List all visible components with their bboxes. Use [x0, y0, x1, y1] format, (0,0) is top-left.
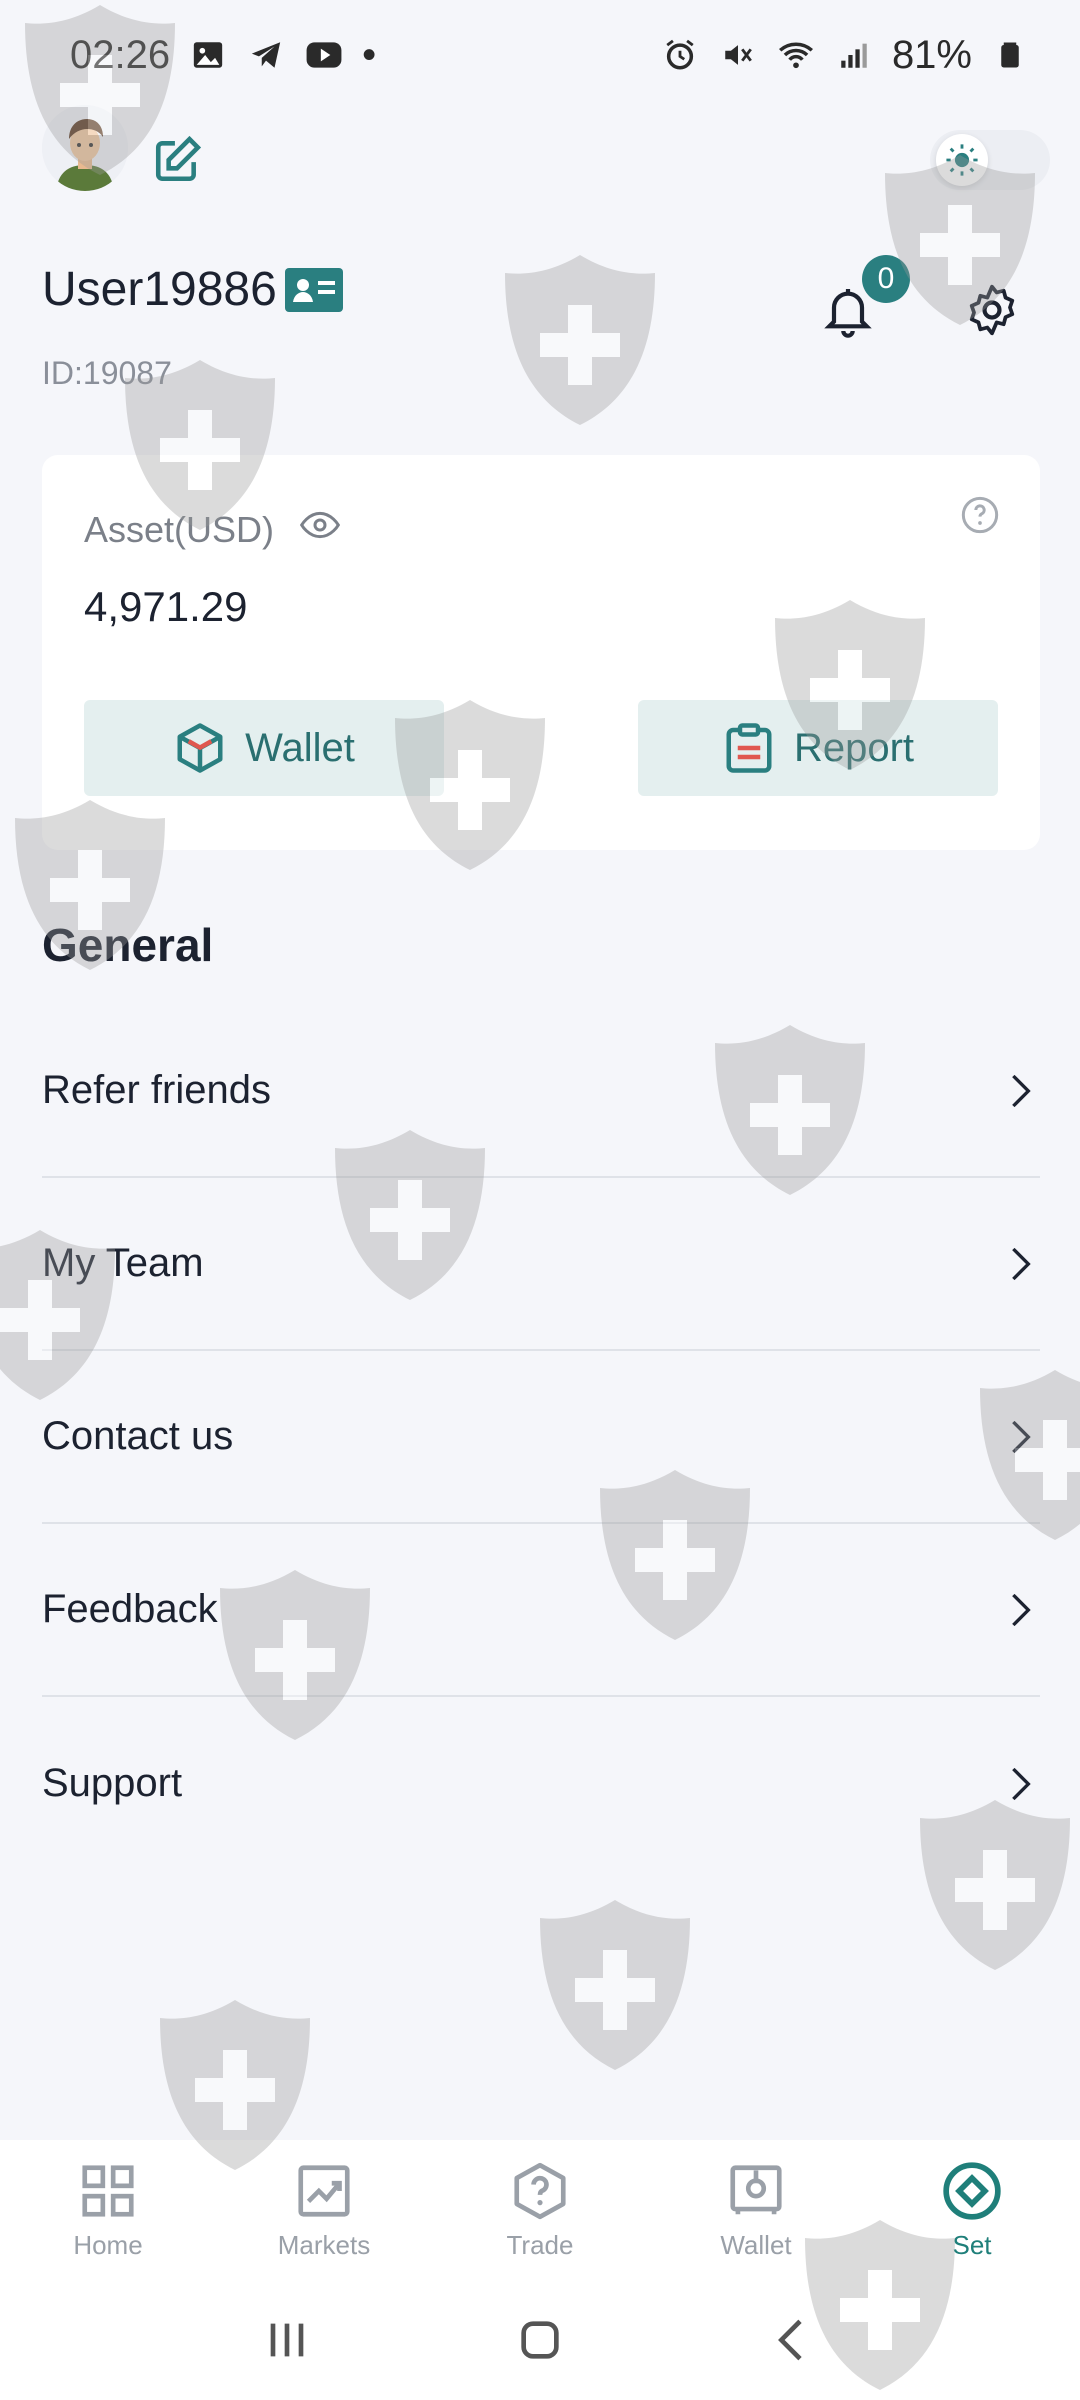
wifi-icon: [776, 35, 816, 75]
menu-item-support[interactable]: Support: [42, 1697, 1040, 1870]
asset-value: 4,971.29: [84, 583, 248, 630]
question-icon: [514, 2162, 566, 2219]
asset-label: Asset(USD): [84, 508, 275, 550]
nav-label: Home: [73, 2229, 143, 2260]
username: User19886: [42, 263, 277, 316]
report-button-label: Report: [793, 725, 915, 770]
id-card-icon[interactable]: [285, 268, 343, 312]
edit-icon[interactable]: [152, 135, 202, 185]
chart-icon: [298, 2164, 350, 2217]
chevron-right-icon: [1012, 1247, 1031, 1280]
notification-badge: 0: [862, 255, 910, 303]
section-title-general: General: [42, 919, 214, 971]
shield-watermark-icon: [505, 255, 655, 425]
user-id: ID:19087: [42, 355, 172, 391]
nav-item-wallet[interactable]: Wallet: [648, 2160, 864, 2261]
chevron-right-icon: [1012, 1767, 1031, 1800]
theme-toggle[interactable]: [930, 130, 1050, 190]
gear-icon[interactable]: [964, 282, 1020, 338]
clipboard-icon: [726, 723, 772, 773]
sun-icon: [936, 134, 988, 186]
menu-item-label: Contact us: [42, 1414, 234, 1458]
nav-label: Set: [952, 2229, 992, 2260]
nav-label: Trade: [506, 2229, 574, 2260]
cube-icon: [177, 723, 223, 773]
menu-item-refer-friends[interactable]: Refer friends: [42, 1005, 1040, 1178]
menu-item-my-team[interactable]: My Team: [42, 1178, 1040, 1351]
signal-icon: [834, 35, 874, 75]
nav-item-home[interactable]: Home: [0, 2160, 216, 2261]
status-time: 02:26: [70, 32, 171, 77]
nav-item-set[interactable]: Set: [864, 2160, 1080, 2261]
image-icon: [188, 35, 228, 75]
mute-icon: [718, 35, 758, 75]
report-button[interactable]: Report: [638, 700, 998, 796]
nav-label: Wallet: [720, 2229, 792, 2260]
nav-item-markets[interactable]: Markets: [216, 2160, 432, 2261]
asset-label-row: Asset(USD): [84, 505, 341, 554]
menu-item-feedback[interactable]: Feedback: [42, 1524, 1040, 1697]
battery-percent: 81%: [891, 32, 972, 77]
general-menu: Refer friends My Team Contact us Feedbac…: [42, 1005, 1040, 1870]
system-nav-bar: [0, 2280, 1080, 2400]
wallet-button-label: Wallet: [245, 725, 355, 770]
menu-item-label: Feedback: [42, 1587, 218, 1631]
youtube-icon: [304, 35, 344, 75]
status-bar: 02:26 • 81%: [0, 0, 1080, 110]
eye-icon[interactable]: [299, 505, 341, 554]
menu-item-label: My Team: [42, 1241, 204, 1285]
chevron-right-icon: [1012, 1593, 1031, 1626]
bottom-nav: Home Markets Trade Wallet Set: [0, 2140, 1080, 2280]
back-nav-icon[interactable]: [765, 2312, 821, 2368]
avatar[interactable]: [42, 105, 128, 191]
shield-watermark-icon: [540, 1900, 690, 2070]
battery-icon: [990, 35, 1030, 75]
nav-item-trade[interactable]: Trade: [432, 2160, 648, 2261]
chevron-right-icon: [1012, 1074, 1031, 1107]
safe-icon: [730, 2164, 782, 2214]
status-dot: •: [362, 32, 377, 77]
alarm-icon: [660, 35, 700, 75]
menu-item-label: Support: [42, 1761, 183, 1805]
diamond-icon: [943, 2161, 1001, 2220]
menu-item-contact-us[interactable]: Contact us: [42, 1351, 1040, 1524]
grid-icon: [82, 2164, 134, 2217]
asset-card: Asset(USD) 4,971.29 Wallet Report: [42, 455, 1040, 850]
nav-label: Markets: [277, 2229, 371, 2260]
menu-item-label: Refer friends: [42, 1068, 271, 1112]
recent-apps-icon[interactable]: [259, 2312, 315, 2368]
telegram-icon: [246, 35, 286, 75]
chevron-right-icon: [1012, 1420, 1031, 1453]
wallet-button[interactable]: Wallet: [84, 700, 444, 796]
help-icon[interactable]: [960, 495, 1000, 535]
home-nav-icon[interactable]: [512, 2312, 568, 2368]
